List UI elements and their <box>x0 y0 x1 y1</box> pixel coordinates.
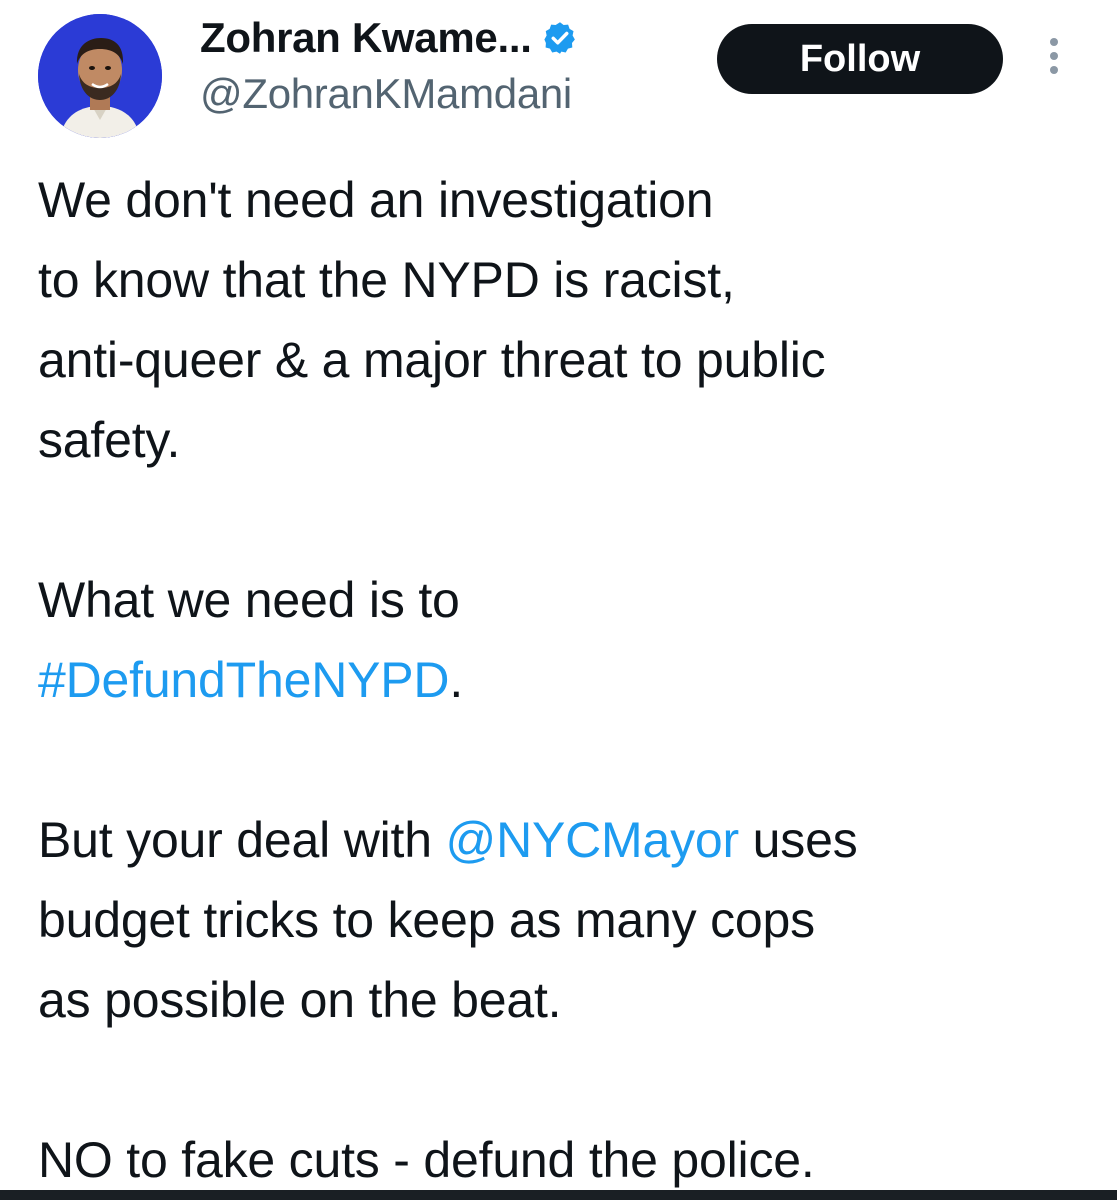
text-fragment: uses <box>738 812 858 868</box>
text-fragment: . <box>449 652 464 708</box>
text-line: But your deal with @NYCMayor uses <box>38 800 1098 880</box>
text-line: We don't need an investigation <box>38 172 714 228</box>
avatar-image <box>38 14 162 138</box>
hashtag-link[interactable]: #DefundTheNYPD <box>38 652 450 708</box>
tweet-header: Zohran Kwame... @ZohranKMamdani Follow <box>0 0 1117 140</box>
text-line: as possible on the beat. <box>38 972 562 1028</box>
text-line: budget tricks to keep as many cops <box>38 892 815 948</box>
tweet-paragraph-2: What we need is to #DefundTheNYPD. <box>38 560 1098 720</box>
follow-button[interactable]: Follow <box>717 24 1003 94</box>
text-line: #DefundTheNYPD. <box>38 640 1098 720</box>
text-line: anti-queer & a major threat to public <box>38 332 826 388</box>
bottom-edge-bar <box>0 1190 1117 1200</box>
author-info: Zohran Kwame... @ZohranKMamdani <box>200 12 578 118</box>
dot <box>1050 38 1058 46</box>
text-line: What we need is to <box>38 572 460 628</box>
display-name-row: Zohran Kwame... <box>200 12 578 64</box>
more-vertical-icon[interactable] <box>1040 38 1068 84</box>
tweet-paragraph-1: We don't need an investigation to know t… <box>38 160 1098 480</box>
tweet-paragraph-4: NO to fake cuts - defund the police. <box>38 1120 1098 1200</box>
tweet-text: We don't need an investigation to know t… <box>38 160 1098 1200</box>
dot <box>1050 52 1058 60</box>
author-handle[interactable]: @ZohranKMamdani <box>200 70 578 118</box>
avatar[interactable] <box>38 14 162 138</box>
tweet-paragraph-3: But your deal with @NYCMayor uses budget… <box>38 800 1098 1040</box>
mention-link[interactable]: @NYCMayor <box>446 812 740 868</box>
verified-badge-icon[interactable] <box>542 20 578 56</box>
text-fragment: But your deal with <box>38 812 446 868</box>
tweet: Zohran Kwame... @ZohranKMamdani Follow W… <box>0 0 1117 1200</box>
text-line: to know that the NYPD is racist, <box>38 252 735 308</box>
text-line: NO to fake cuts - defund the police. <box>38 1132 815 1188</box>
dot <box>1050 66 1058 74</box>
text-line: safety. <box>38 412 181 468</box>
display-name[interactable]: Zohran Kwame... <box>200 14 532 62</box>
